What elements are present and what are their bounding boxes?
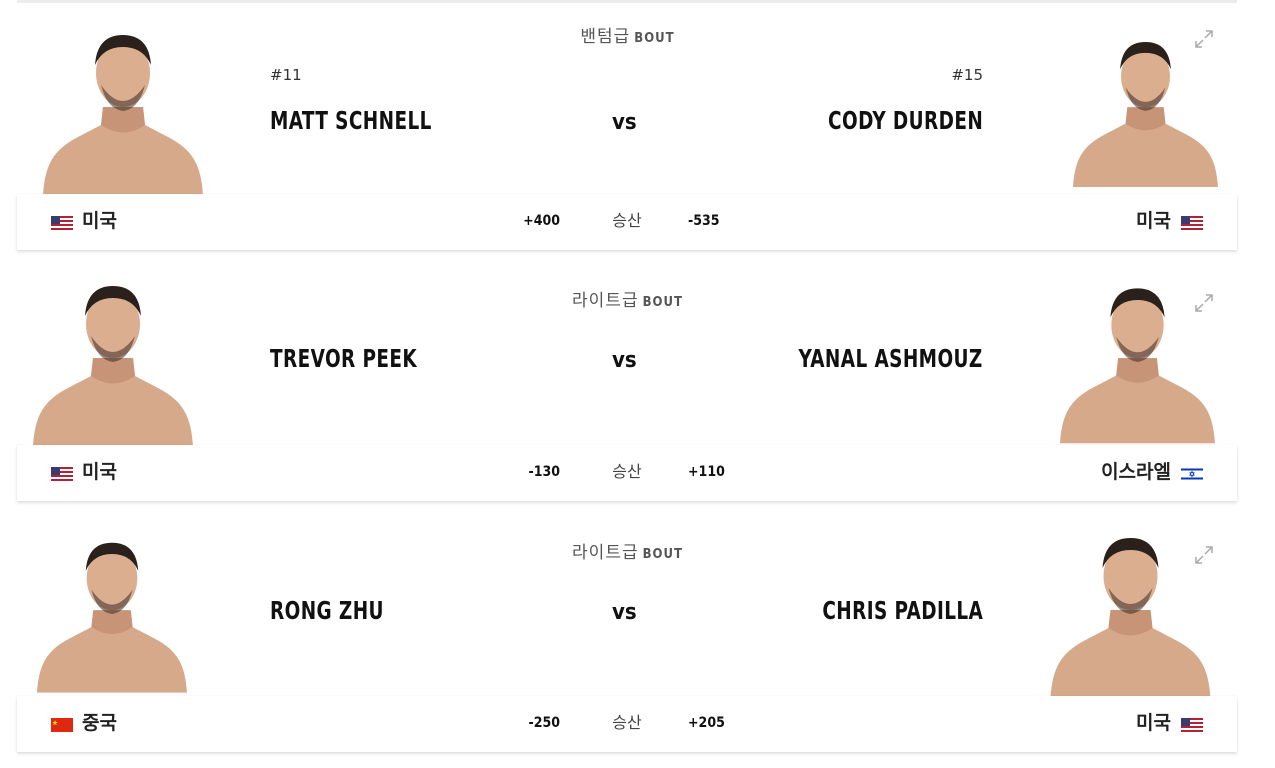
fighter-photo-red[interactable] [43, 25, 203, 195]
fighter-name-red[interactable]: MATT SCHNELL [270, 106, 432, 135]
fighter-name-red[interactable]: TREVOR PEEK [270, 344, 417, 373]
fighter-photo-blue[interactable] [1060, 276, 1215, 446]
fighter-name-blue[interactable]: CODY DURDEN [828, 106, 983, 135]
odds-blue: +110 [688, 464, 725, 480]
bout-odds-bar: 중국 -250 승산 +205 미국 [17, 696, 1237, 752]
country-blue: 이스라엘 [1101, 461, 1171, 483]
fighter-photo-blue[interactable] [1073, 25, 1218, 195]
fighter-name-red[interactable]: RONG ZHU [270, 596, 384, 625]
us-flag-icon [1181, 718, 1203, 732]
odds-red: -130 [528, 464, 560, 480]
bout-odds-bar: 미국 +400 승산 -535 미국 [17, 194, 1237, 250]
country-red: 중국 [82, 712, 117, 734]
odds-label: 승산 [612, 713, 642, 732]
bout-card: 라이트급 BOUT TREVOR PEEK YANAL ASHMOUZ vs 미국… [0, 264, 1275, 516]
vs-label: vs [612, 110, 637, 135]
odds-blue: -535 [688, 213, 720, 229]
odds-label: 승산 [612, 211, 642, 230]
odds-blue: +205 [688, 715, 725, 731]
us-flag-icon [51, 467, 73, 481]
odds-label: 승산 [612, 462, 642, 481]
rank-blue: #15 [951, 66, 983, 84]
odds-red: +400 [523, 213, 560, 229]
country-blue: 미국 [1136, 712, 1171, 734]
fighter-photo-blue[interactable] [1048, 528, 1213, 698]
fighter-photo-red[interactable] [37, 528, 187, 698]
fighter-name-blue[interactable]: CHRIS PADILLA [822, 596, 983, 625]
bout-odds-bar: 미국 -130 승산 +110 이스라엘 [17, 445, 1237, 501]
china-flag-icon [51, 718, 73, 732]
vs-label: vs [612, 348, 637, 373]
us-flag-icon [51, 216, 73, 230]
us-flag-icon [1181, 216, 1203, 230]
bout-card: 라이트급 BOUT RONG ZHU CHRIS PADILLA vs 중국 -2… [0, 516, 1275, 768]
bout-card: 밴텀급 BOUT #11 #15 MATT SCHNELL CODY DURDEN… [0, 0, 1275, 252]
country-red: 미국 [82, 210, 117, 232]
odds-red: -250 [528, 715, 560, 731]
rank-red: #11 [270, 66, 302, 84]
fighter-photo-red[interactable] [33, 276, 193, 446]
country-blue: 미국 [1136, 210, 1171, 232]
israel-flag-icon [1181, 467, 1203, 481]
fighter-name-blue[interactable]: YANAL ASHMOUZ [799, 344, 983, 373]
country-red: 미국 [82, 461, 117, 483]
vs-label: vs [612, 600, 637, 625]
